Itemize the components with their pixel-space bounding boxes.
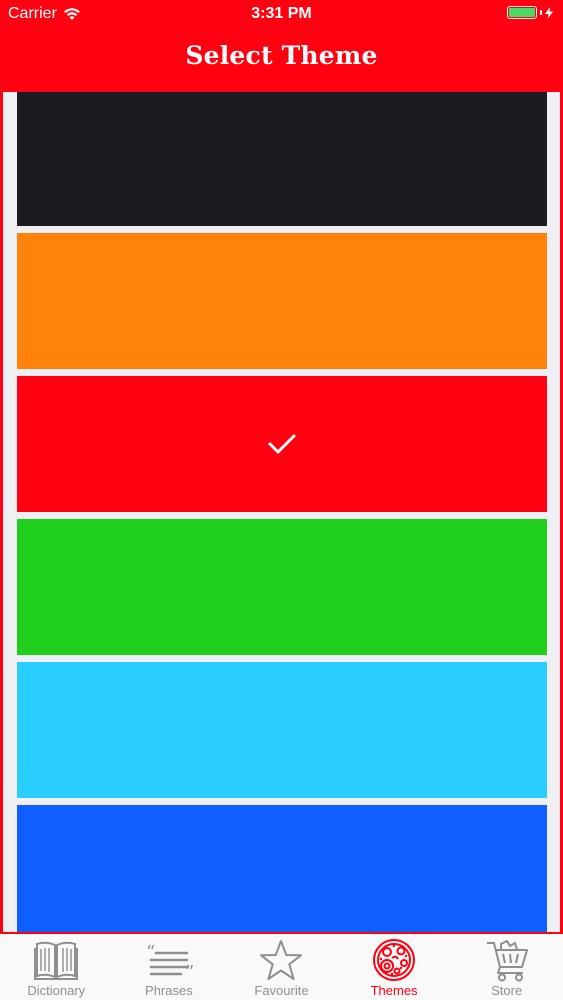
theme-list-container[interactable] [0,92,563,933]
theme-swatch[interactable] [17,662,547,798]
app-root: Carrier 3:31 PM Select Theme Dictionary … [0,0,563,1000]
palette-icon [373,939,416,981]
tab-phrases[interactable]: “ ” Phrases [113,934,226,1000]
theme-swatch[interactable] [17,233,547,369]
status-time: 3:31 PM [251,5,312,22]
quote-lines-icon: “ ” [146,942,193,982]
tab-themes[interactable]: Themes [338,934,451,1000]
tab-dictionary[interactable]: Dictionary [0,934,113,1000]
book-icon [34,941,79,980]
status-bar: Carrier 3:31 PM [0,0,563,30]
tab-label: Phrases [145,983,193,998]
theme-swatch[interactable] [17,805,547,933]
tab-label: Store [491,983,523,998]
tab-bar: Dictionary “ ” Phrases Favourite [0,932,563,1000]
battery-icon [507,6,537,19]
tab-label: Dictionary [27,983,86,998]
tab-label: Themes [370,983,418,998]
theme-swatch[interactable] [17,92,547,226]
charging-bolt-icon [545,6,553,19]
theme-list [17,92,547,933]
svg-text:”: ” [185,962,193,982]
battery-indicator [507,6,553,19]
page-title: Select Theme [185,41,378,70]
tab-favourite[interactable]: Favourite [225,934,338,1000]
nav-header: Carrier 3:31 PM Select Theme [0,0,563,92]
checkmark-icon [268,434,296,454]
tab-store[interactable]: Store [450,934,563,1000]
battery-fill [509,8,535,17]
theme-swatch[interactable] [17,376,547,512]
theme-swatch[interactable] [17,519,547,655]
star-icon [260,940,303,980]
cart-icon [486,940,528,982]
battery-tip [540,10,542,15]
tab-label: Favourite [254,983,309,998]
